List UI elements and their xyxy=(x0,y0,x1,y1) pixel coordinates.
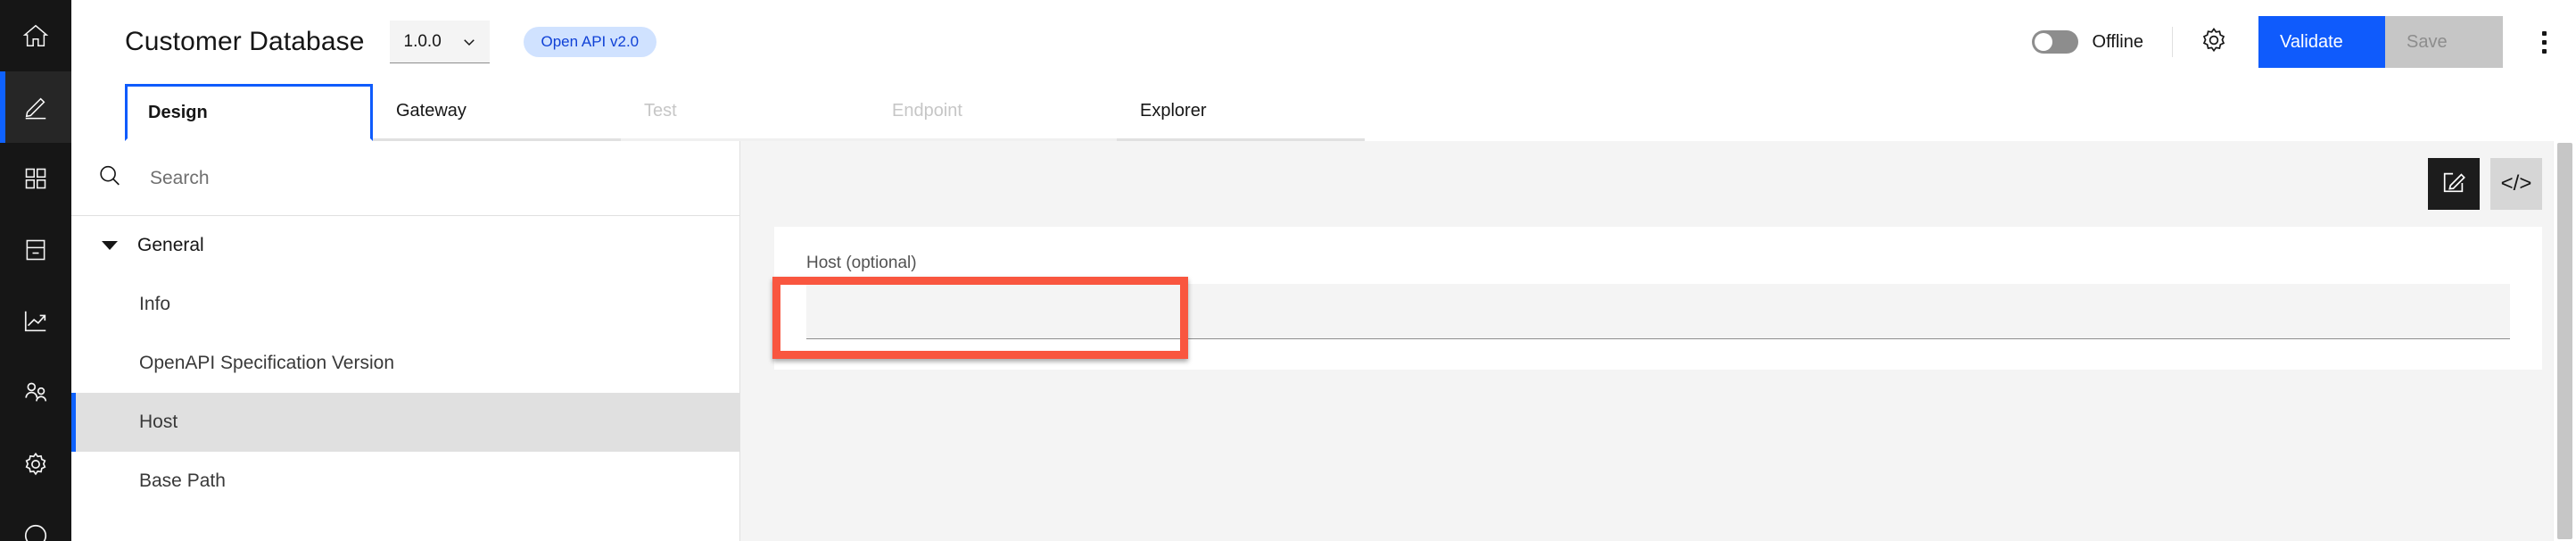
tab-design[interactable]: Design xyxy=(125,84,373,141)
left-icon-rail xyxy=(0,0,71,541)
gear-icon xyxy=(2200,26,2228,59)
chevron-down-icon xyxy=(461,34,477,50)
tree-item-base-path[interactable]: Base Path xyxy=(71,452,739,511)
offline-toggle-label: Offline xyxy=(2092,31,2143,52)
tab-explorer[interactable]: Explorer xyxy=(1117,84,1365,141)
tab-bar: Design Gateway Test Endpoint Explorer xyxy=(71,84,2576,141)
circle-icon xyxy=(22,522,49,541)
rail-item-home[interactable] xyxy=(0,0,71,71)
rail-item-help[interactable] xyxy=(0,500,71,541)
offline-toggle[interactable] xyxy=(2031,30,2078,54)
settings-tree: General Info OpenAPI Specification Versi… xyxy=(71,216,739,541)
rail-item-apps[interactable] xyxy=(0,143,71,214)
scrollbar-thumb[interactable] xyxy=(2557,143,2572,539)
app-header: Customer Database 1.0.0 Open API v2.0 Of… xyxy=(71,0,2576,84)
rail-item-users[interactable] xyxy=(0,357,71,429)
form-view-button[interactable] xyxy=(2428,158,2480,210)
tree-item-info[interactable]: Info xyxy=(71,275,739,334)
tab-test: Test xyxy=(621,84,869,141)
search-icon xyxy=(96,162,123,194)
gear-icon xyxy=(22,451,49,478)
analytics-icon xyxy=(22,308,49,335)
body-split: General Info OpenAPI Specification Versi… xyxy=(71,141,2576,541)
offline-toggle-group: Offline xyxy=(2031,30,2143,54)
header-actions: Offline Validate Save xyxy=(2031,0,2576,84)
save-button: Save xyxy=(2385,16,2503,68)
rail-item-settings[interactable] xyxy=(0,429,71,500)
caret-down-icon xyxy=(102,241,118,250)
pencil-icon xyxy=(22,94,49,121)
version-dropdown[interactable]: 1.0.0 xyxy=(389,21,490,63)
search-input[interactable] xyxy=(150,167,649,189)
tab-gateway[interactable]: Gateway xyxy=(373,84,621,141)
settings-button[interactable] xyxy=(2192,21,2235,63)
main-column: Customer Database 1.0.0 Open API v2.0 Of… xyxy=(71,0,2576,541)
edit-form-icon xyxy=(2440,169,2467,200)
version-value: 1.0.0 xyxy=(403,31,442,51)
content-panel: </> Host (optional) xyxy=(740,141,2576,541)
grid-icon xyxy=(23,166,48,191)
host-settings-card: Host (optional) xyxy=(774,227,2542,370)
overflow-menu-button[interactable] xyxy=(2512,16,2576,68)
users-icon xyxy=(22,379,49,406)
page-title: Customer Database xyxy=(125,27,365,56)
tree-group-label: General xyxy=(137,235,204,255)
header-divider xyxy=(2172,27,2173,57)
tab-endpoint: Endpoint xyxy=(869,84,1117,141)
code-view-icon: </> xyxy=(2500,171,2532,196)
overflow-menu-vertical-icon xyxy=(2541,30,2547,54)
host-field-label: Host (optional) xyxy=(806,254,917,272)
navigation-sidebar: General Info OpenAPI Specification Versi… xyxy=(71,141,740,541)
spec-version-badge[interactable]: Open API v2.0 xyxy=(523,27,657,57)
toggle-knob xyxy=(2034,33,2052,51)
rail-item-design[interactable] xyxy=(0,71,71,143)
view-toggle-group: </> xyxy=(740,141,2576,227)
validate-button[interactable]: Validate xyxy=(2258,16,2385,68)
code-view-button[interactable]: </> xyxy=(2490,158,2542,210)
home-icon xyxy=(22,22,49,49)
tree-item-openapi-specification-version[interactable]: OpenAPI Specification Version xyxy=(71,334,739,393)
application-window: Customer Database 1.0.0 Open API v2.0 Of… xyxy=(0,0,2576,541)
rail-item-analytics[interactable] xyxy=(0,286,71,357)
search-row[interactable] xyxy=(71,141,739,216)
rail-item-database[interactable] xyxy=(0,214,71,286)
host-input[interactable] xyxy=(806,284,2510,339)
vertical-scrollbar[interactable] xyxy=(2553,141,2576,541)
tree-item-host[interactable]: Host xyxy=(71,393,739,452)
tree-group-general[interactable]: General xyxy=(71,216,739,275)
database-icon xyxy=(23,237,48,262)
